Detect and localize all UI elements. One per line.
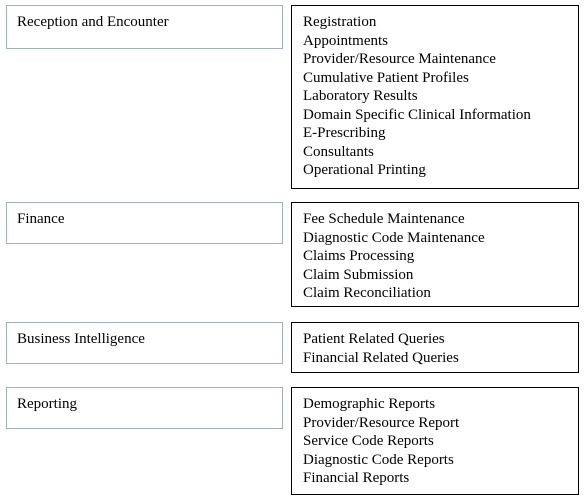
function-item: Consultants <box>303 143 374 160</box>
category-box: Reception and Encounter <box>6 5 283 49</box>
category-label: Finance <box>17 211 65 227</box>
function-list-box: Fee Schedule Maintenance Diagnostic Code … <box>291 202 579 307</box>
function-item: Claim Reconciliation <box>303 285 431 301</box>
function-item: Financial Reports <box>303 470 410 486</box>
category-label: Reception and Encounter <box>17 14 169 30</box>
function-item: Operational Printing <box>303 162 426 178</box>
function-item: Provider/Resource Maintenance <box>303 51 496 67</box>
function-item: Claim Submission <box>303 266 414 283</box>
function-item: E-Prescribing <box>303 125 386 141</box>
function-item: Registration <box>303 14 377 30</box>
function-item: Provider/Resource Report <box>303 414 460 431</box>
function-list-box: Demographic Reports Provider/Resource Rep… <box>291 387 579 495</box>
function-item: Demographic Reports <box>303 396 436 412</box>
function-item: Domain Specific Clinical Information <box>303 106 531 123</box>
category-label: Reporting <box>17 396 77 412</box>
function-item: Cumulative Patient Profiles <box>303 69 469 86</box>
function-item: Financial Related Queries <box>303 349 459 366</box>
function-item: Diagnostic Code Maintenance <box>303 229 485 246</box>
category-box: Finance <box>6 202 283 244</box>
function-list-box: Registration Appointments Provider/Resourc… <box>291 5 579 189</box>
category-box: Reporting <box>6 387 283 429</box>
function-item: Diagnostic Code Reports <box>303 451 454 468</box>
category-box: Business Intelligence <box>6 322 283 364</box>
function-item: Laboratory Results <box>303 88 418 104</box>
function-list-box: Patient Related Queries Financial Related… <box>291 322 579 373</box>
function-item: Claims Processing <box>303 248 415 264</box>
function-item: Appointments <box>303 32 388 49</box>
function-item: Patient Related Queries <box>303 331 445 347</box>
function-item: Fee Schedule Maintenance <box>303 211 465 227</box>
category-label: Business Intelligence <box>17 331 145 347</box>
function-item: Service Code Reports <box>303 433 434 449</box>
